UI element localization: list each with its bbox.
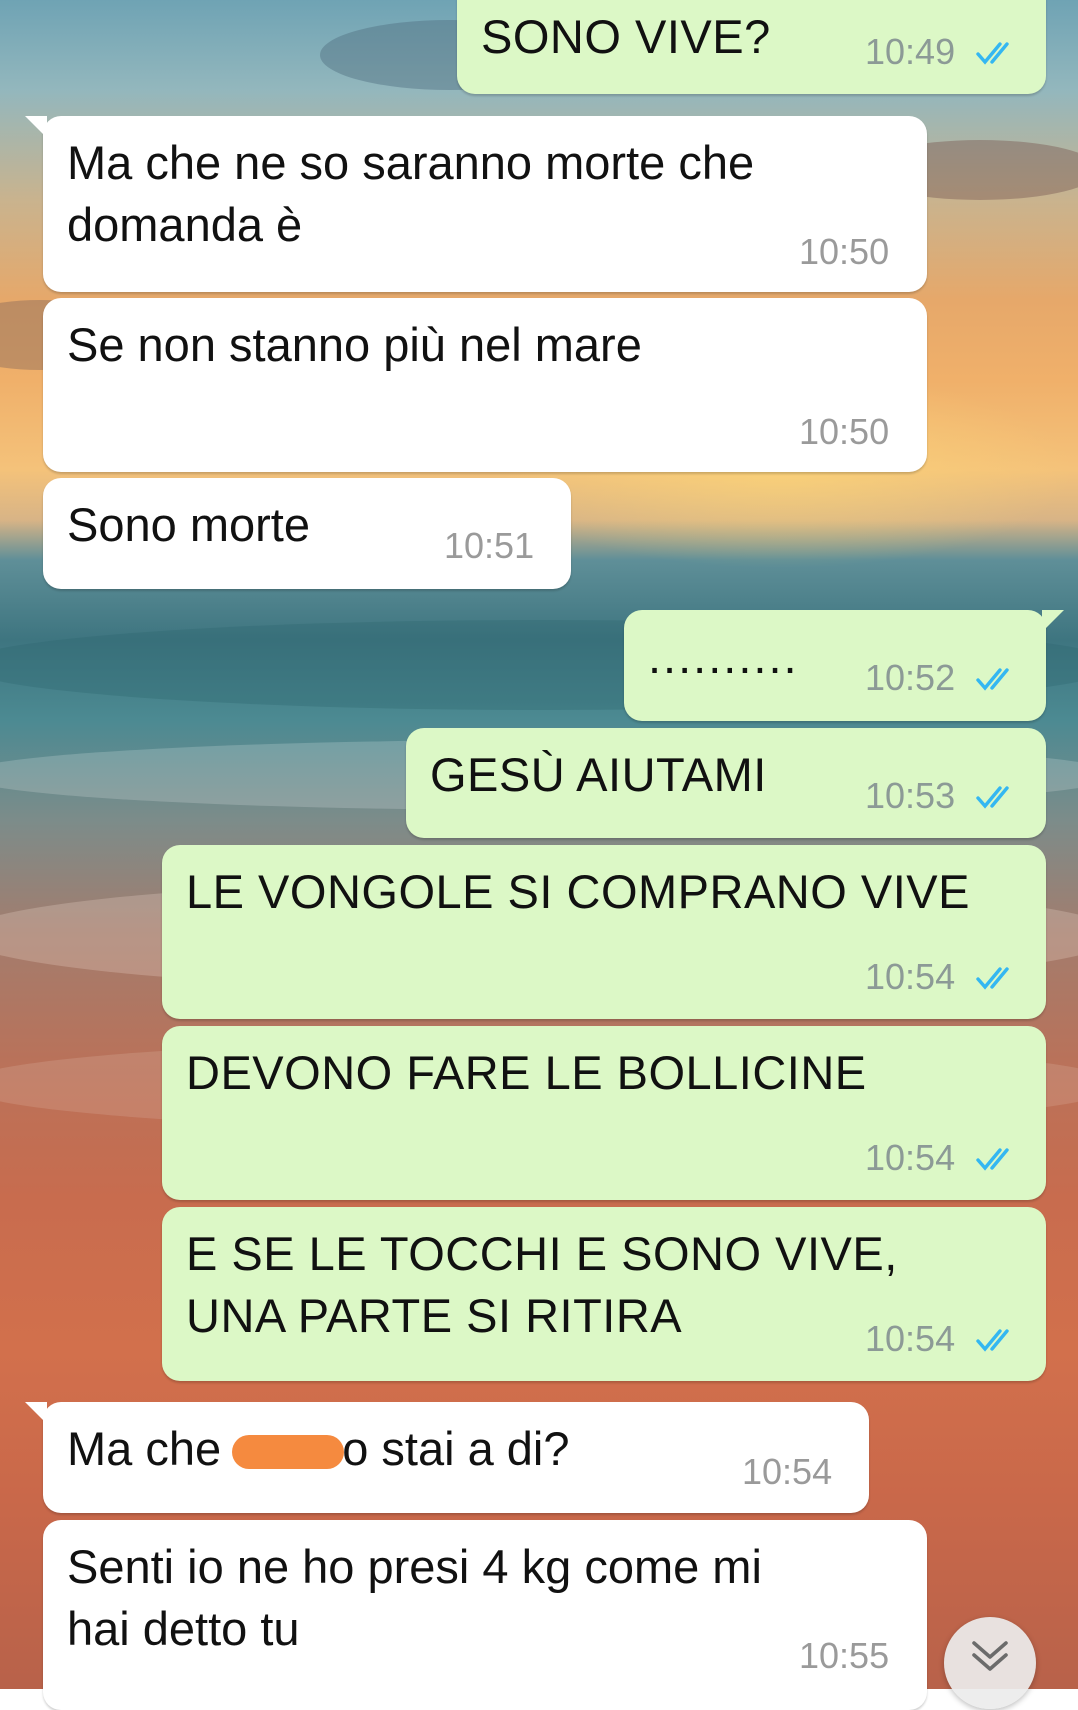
incoming-message[interactable]: Ma che o stai a di? 10:54 (25, 1402, 869, 1513)
double-check-icon (976, 786, 1009, 809)
message-text: LE VONGOLE SI COMPRANO VIVE (186, 865, 970, 918)
message-text-part: o stai a di? (342, 1422, 570, 1475)
message-time: 10:54 (865, 1318, 956, 1359)
message-text: E SE LE TOCCHI E SONO VIVE, UNA PARTE SI… (186, 1227, 898, 1342)
message-text: Ma che o stai a di? (67, 1422, 570, 1475)
outgoing-message[interactable]: LE VONGOLE SI COMPRANO VIVE 10:54 (162, 845, 1046, 1019)
incoming-message[interactable]: Sono morte 10:51 (43, 478, 571, 589)
bubble-tail (25, 116, 47, 138)
double-check-icon (976, 1148, 1009, 1171)
message-text: Ma che ne so saranno morte che domanda è (67, 136, 755, 251)
message-time: 10:54 (865, 1137, 956, 1178)
message-text: .......... (648, 630, 799, 683)
message-time: 10:52 (865, 657, 956, 698)
message-text: SONO VIVE? (481, 10, 771, 63)
censor-mark (232, 1435, 345, 1469)
message-text: GESÙ AIUTAMI (430, 748, 767, 801)
incoming-message[interactable]: Ma che ne so saranno morte che domanda è… (25, 116, 927, 292)
message-time: 10:50 (799, 231, 890, 272)
message-text: Senti io ne ho presi 4 kg come mi hai de… (67, 1540, 762, 1655)
outgoing-message[interactable]: SONO VIVE? 10:49 (457, 0, 1046, 94)
bubble-tail (25, 1402, 47, 1424)
message-text: Sono morte (67, 498, 310, 551)
scroll-to-bottom-button[interactable] (944, 1617, 1036, 1709)
outgoing-message[interactable]: E SE LE TOCCHI E SONO VIVE, UNA PARTE SI… (162, 1207, 1046, 1381)
bubble-tail (1042, 610, 1064, 632)
message-text: DEVONO FARE LE BOLLICINE (186, 1046, 867, 1099)
message-time: 10:49 (865, 31, 956, 72)
outgoing-message[interactable]: GESÙ AIUTAMI 10:53 (406, 728, 1046, 838)
message-text-part: Ma che (67, 1422, 235, 1475)
double-check-icon (976, 42, 1009, 65)
message-text: Se non stanno più nel mare (67, 318, 642, 371)
incoming-message[interactable]: Se non stanno più nel mare 10:50 (43, 298, 927, 472)
double-check-icon (976, 1329, 1009, 1352)
message-time: 10:54 (865, 956, 956, 997)
message-time: 10:51 (444, 525, 535, 566)
message-time: 10:50 (799, 411, 890, 452)
double-check-icon (976, 967, 1009, 990)
double-check-icon (976, 668, 1009, 691)
outgoing-message[interactable]: .......... 10:52 (624, 610, 1064, 721)
outgoing-message[interactable]: DEVONO FARE LE BOLLICINE 10:54 (162, 1026, 1046, 1200)
message-time: 10:55 (799, 1635, 890, 1676)
incoming-message[interactable]: Senti io ne ho presi 4 kg come mi hai de… (43, 1520, 927, 1710)
message-time: 10:53 (865, 775, 956, 816)
chevron-double-down-icon (972, 1641, 1008, 1671)
message-time: 10:54 (742, 1451, 833, 1492)
